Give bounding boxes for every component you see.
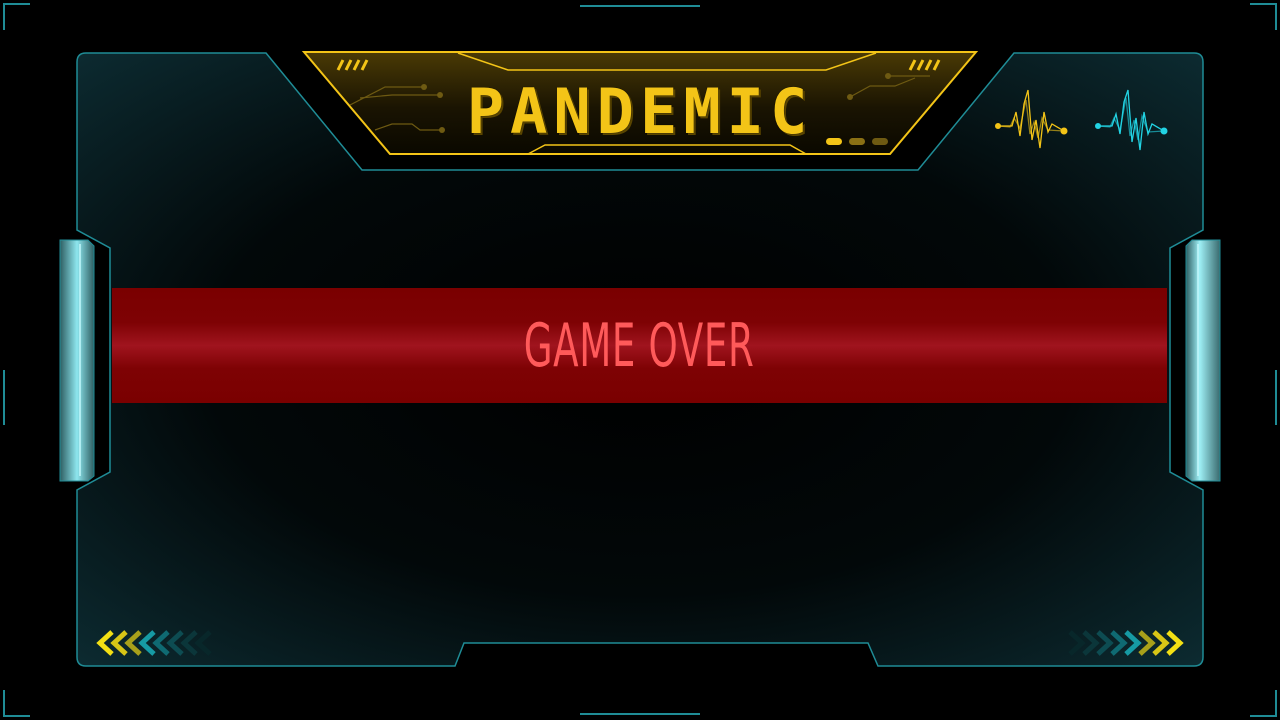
indicator-light (872, 138, 888, 145)
right-side-light (1185, 239, 1221, 482)
game-over-banner: GAME OVER (112, 288, 1167, 403)
game-over-text: GAME OVER (524, 310, 755, 381)
left-side-light (59, 239, 95, 482)
game-title: PANDEMIC (466, 74, 814, 148)
